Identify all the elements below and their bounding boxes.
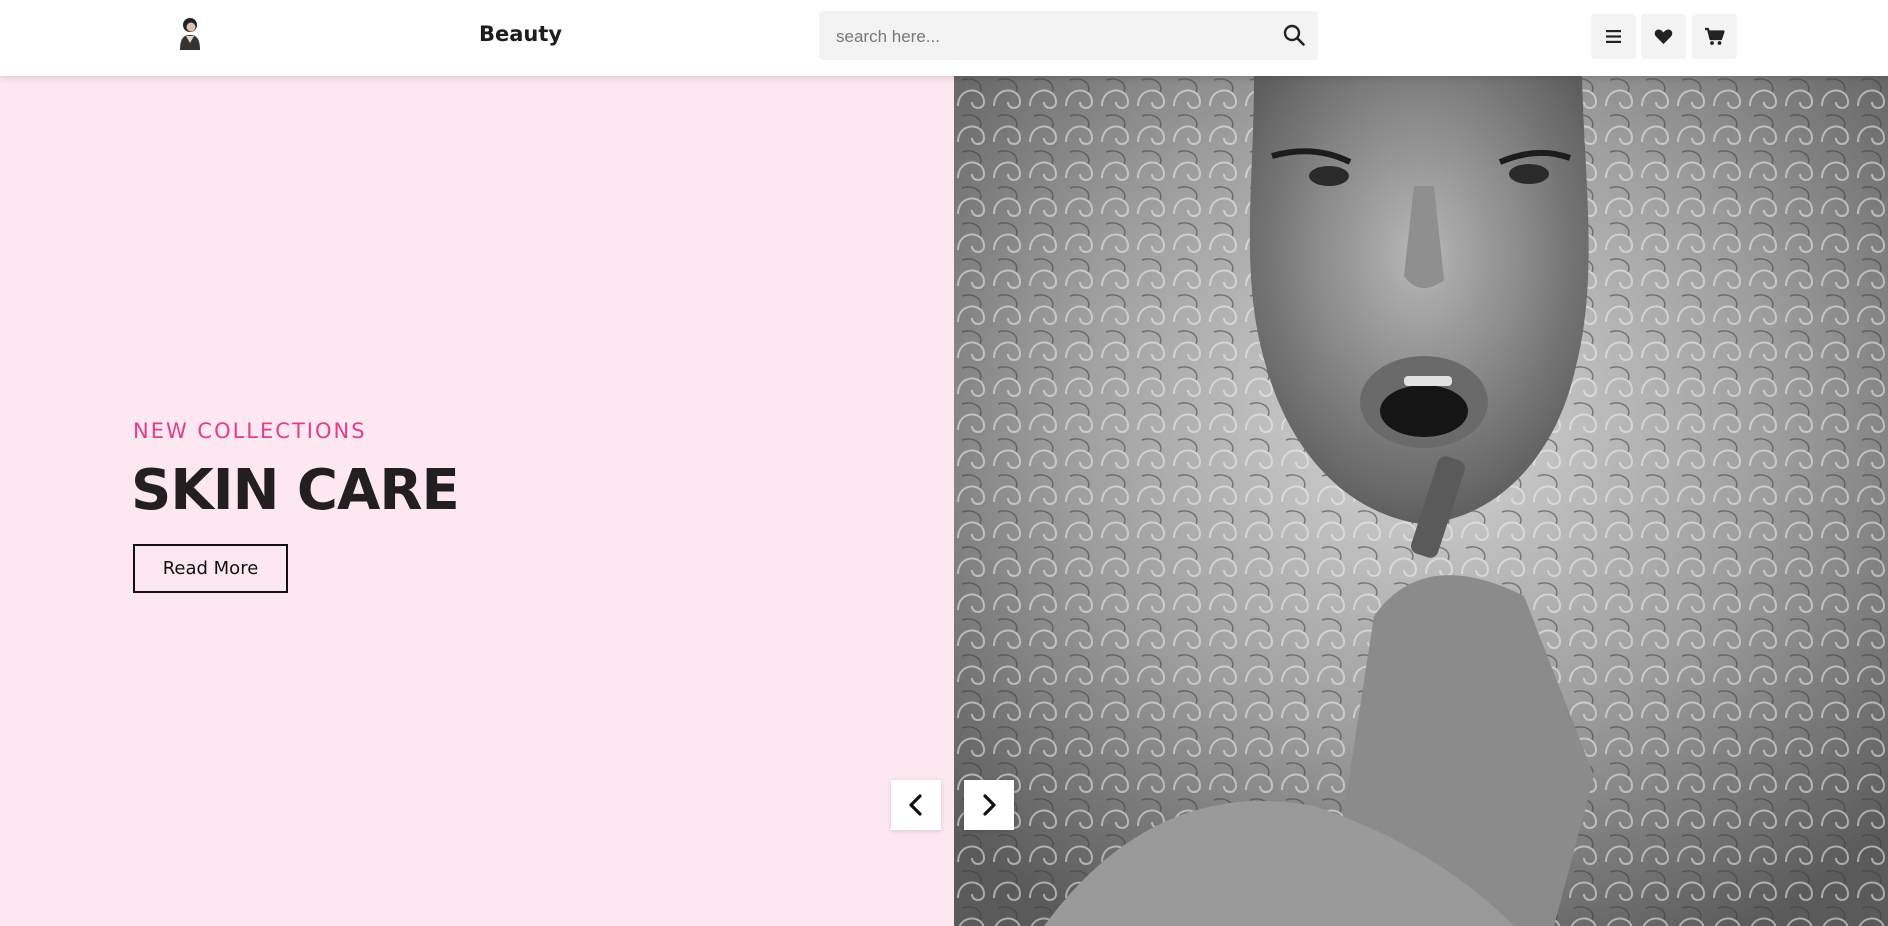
search-bar bbox=[819, 11, 1318, 62]
slider-next-button[interactable] bbox=[964, 780, 1014, 830]
logo-icon[interactable] bbox=[176, 16, 204, 52]
hero-image bbox=[954, 76, 1888, 926]
brand-name[interactable]: Beauty bbox=[479, 22, 562, 46]
search-input[interactable] bbox=[834, 11, 1278, 62]
search-icon[interactable] bbox=[1282, 23, 1306, 47]
hero-portrait-image bbox=[954, 76, 1888, 926]
wishlist-button[interactable] bbox=[1641, 14, 1686, 59]
cart-icon bbox=[1705, 27, 1725, 45]
hero-title: SKIN CARE bbox=[131, 458, 460, 523]
site-header: Beauty bbox=[0, 0, 1888, 76]
hero-kicker: NEW COLLECTIONS bbox=[133, 419, 367, 443]
cart-button[interactable] bbox=[1692, 14, 1737, 59]
slider-prev-button[interactable] bbox=[891, 780, 941, 830]
menu-icon bbox=[1606, 30, 1621, 43]
chevron-left-icon bbox=[909, 794, 922, 816]
read-more-button[interactable]: Read More bbox=[133, 544, 288, 593]
menu-button[interactable] bbox=[1591, 14, 1636, 59]
chevron-right-icon bbox=[983, 794, 996, 816]
heart-icon bbox=[1654, 29, 1673, 44]
